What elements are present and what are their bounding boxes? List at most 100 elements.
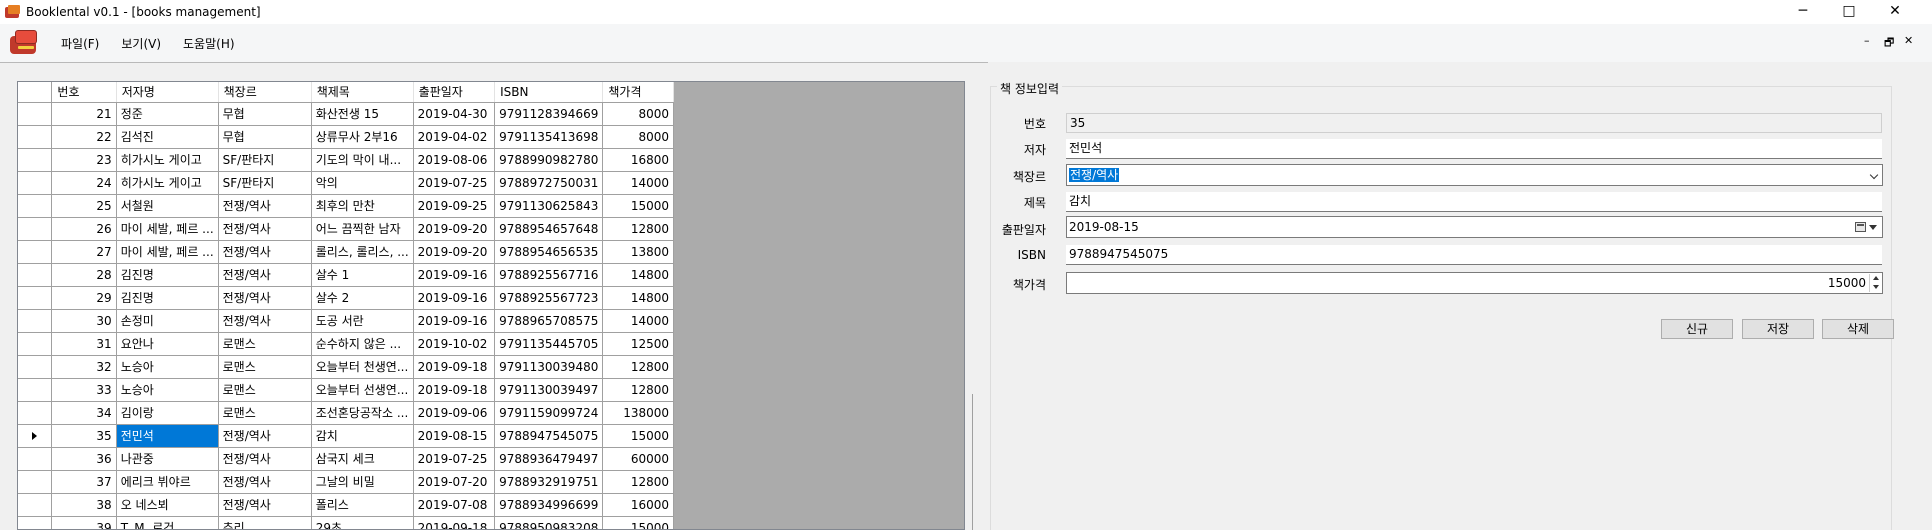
cell-no[interactable]: 27 xyxy=(51,240,117,264)
cell-date[interactable]: 2019-09-20 xyxy=(413,240,496,264)
cell-isbn[interactable]: 9788932919751 xyxy=(494,470,604,494)
cell-isbn[interactable]: 9788925567716 xyxy=(494,263,604,287)
cell-price[interactable]: 15000 xyxy=(602,516,674,529)
no-field[interactable]: 35 xyxy=(1066,113,1882,133)
row-header[interactable] xyxy=(18,217,53,241)
cell-no[interactable]: 23 xyxy=(51,148,117,172)
cell-title[interactable]: 삼국지 세크 xyxy=(311,447,414,471)
cell-title[interactable]: 살수 2 xyxy=(311,286,414,310)
cell-date[interactable]: 2019-09-16 xyxy=(413,263,496,287)
cell-date[interactable]: 2019-08-15 xyxy=(413,424,496,448)
author-field[interactable]: 전민석 xyxy=(1066,139,1882,159)
cell-price[interactable]: 138000 xyxy=(602,401,674,425)
calendar-icon[interactable] xyxy=(1855,222,1866,232)
cell-genre[interactable]: 전쟁/역사 xyxy=(218,424,312,448)
cell-no[interactable]: 25 xyxy=(51,194,117,218)
table-row[interactable]: 27 마이 세발, 페르 ... 전쟁/역사 롤리스, 롤리스, ... 2019-09… xyxy=(18,240,674,264)
table-row[interactable]: 22 김석진 무협 상류무사 2부16 2019-04-02 9791135413698 8… xyxy=(18,125,674,149)
cell-genre[interactable]: 추리 xyxy=(218,516,312,529)
cell-date[interactable]: 2019-07-25 xyxy=(413,171,496,195)
cell-price[interactable]: 12800 xyxy=(602,470,674,494)
date-picker[interactable]: 2019-08-15 xyxy=(1066,216,1883,238)
cell-price[interactable]: 15000 xyxy=(602,194,674,218)
cell-genre[interactable]: 로맨스 xyxy=(218,332,312,356)
cell-title[interactable]: 폴리스 xyxy=(311,493,414,517)
cell-isbn[interactable]: 9791128394669 xyxy=(494,102,604,126)
cell-title[interactable]: 감치 xyxy=(311,424,414,448)
delete-button[interactable]: 삭제 xyxy=(1822,319,1894,339)
cell-no[interactable]: 33 xyxy=(51,378,117,402)
cell-genre[interactable]: SF/판타지 xyxy=(218,171,312,195)
window-minimize-button[interactable]: ─ xyxy=(1780,0,1826,22)
new-button[interactable]: 신규 xyxy=(1661,319,1733,339)
table-row[interactable]: 25 서철원 전쟁/역사 최후의 만찬 2019-09-25 9791130625843 1… xyxy=(18,194,674,218)
cell-isbn[interactable]: 9791159099724 xyxy=(494,401,604,425)
cell-author[interactable]: 노승아 xyxy=(116,355,219,379)
cell-title[interactable]: 오늘부터 선생연... xyxy=(311,378,414,402)
cell-genre[interactable]: 무협 xyxy=(218,102,312,126)
column-header-no[interactable]: 번호 xyxy=(51,82,117,103)
cell-price[interactable]: 14800 xyxy=(602,286,674,310)
cell-date[interactable]: 2019-07-08 xyxy=(413,493,496,517)
spin-buttons[interactable] xyxy=(1869,274,1881,292)
cell-title[interactable]: 화산전생 15 xyxy=(311,102,414,126)
cell-no[interactable]: 28 xyxy=(51,263,117,287)
cell-author[interactable]: 전민석 xyxy=(116,424,219,448)
row-header[interactable] xyxy=(18,286,53,310)
cell-price[interactable]: 16800 xyxy=(602,148,674,172)
cell-author[interactable]: 히가시노 게이고 xyxy=(116,148,219,172)
table-row[interactable]: 30 손정미 전쟁/역사 도공 서란 2019-09-16 9788965708575 14… xyxy=(18,309,674,333)
row-header[interactable] xyxy=(18,447,53,471)
cell-date[interactable]: 2019-09-06 xyxy=(413,401,496,425)
cell-author[interactable]: 나관중 xyxy=(116,447,219,471)
cell-price[interactable]: 12800 xyxy=(602,217,674,241)
cell-title[interactable]: 그날의 비밀 xyxy=(311,470,414,494)
cell-no[interactable]: 22 xyxy=(51,125,117,149)
cell-title[interactable]: 순수하지 않은 ... xyxy=(311,332,414,356)
row-header[interactable] xyxy=(18,263,53,287)
menu-view[interactable]: 보기(V) xyxy=(112,31,170,56)
cell-author[interactable]: 노승아 xyxy=(116,378,219,402)
cell-date[interactable]: 2019-08-06 xyxy=(413,148,496,172)
cell-genre[interactable]: SF/판타지 xyxy=(218,148,312,172)
menu-help[interactable]: 도움말(H) xyxy=(174,31,244,56)
column-header-genre[interactable]: 책장르 xyxy=(218,82,312,103)
books-datagrid[interactable]: 번호 저자명 책장르 책제목 출판일자 ISBN 책가격 21 정준 무협 화산전생 … xyxy=(17,81,965,530)
cell-date[interactable]: 2019-04-30 xyxy=(413,102,496,126)
cell-no[interactable]: 37 xyxy=(51,470,117,494)
spin-up-icon[interactable] xyxy=(1873,276,1879,280)
cell-price[interactable]: 12800 xyxy=(602,355,674,379)
cell-date[interactable]: 2019-04-02 xyxy=(413,125,496,149)
cell-isbn[interactable]: 9791130625843 xyxy=(494,194,604,218)
cell-author[interactable]: 에리크 뷔야르 xyxy=(116,470,219,494)
mdi-close-button[interactable]: ✕ xyxy=(1904,34,1913,47)
cell-title[interactable]: 도공 서란 xyxy=(311,309,414,333)
cell-title[interactable]: 오늘부터 천생연... xyxy=(311,355,414,379)
cell-date[interactable]: 2019-09-25 xyxy=(413,194,496,218)
cell-no[interactable]: 31 xyxy=(51,332,117,356)
cell-title[interactable]: 조선혼당공작소 ... xyxy=(311,401,414,425)
cell-date[interactable]: 2019-09-16 xyxy=(413,286,496,310)
menu-file[interactable]: 파일(F) xyxy=(52,31,108,56)
cell-isbn[interactable]: 9788972750031 xyxy=(494,171,604,195)
table-row[interactable]: 32 노승아 로맨스 오늘부터 천생연... 2019-09-18 97911300394… xyxy=(18,355,674,379)
table-row[interactable]: 34 김이랑 로맨스 조선혼당공작소 ... 2019-09-06 97911590997… xyxy=(18,401,674,425)
spin-down-icon[interactable] xyxy=(1873,285,1879,289)
table-row[interactable]: 28 김진명 전쟁/역사 살수 1 2019-09-16 9788925567716 148… xyxy=(18,263,674,287)
cell-isbn[interactable]: 9791135445705 xyxy=(494,332,604,356)
table-row[interactable]: 37 에리크 뷔야르 전쟁/역사 그날의 비밀 2019-07-20 9788932919… xyxy=(18,470,674,494)
dropdown-arrow-icon[interactable] xyxy=(1869,225,1877,230)
cell-price[interactable]: 8000 xyxy=(602,125,674,149)
cell-date[interactable]: 2019-09-18 xyxy=(413,378,496,402)
cell-genre[interactable]: 전쟁/역사 xyxy=(218,493,312,517)
cell-no[interactable]: 29 xyxy=(51,286,117,310)
save-button[interactable]: 저장 xyxy=(1742,319,1814,339)
mdi-minimize-button[interactable]: – xyxy=(1864,34,1870,47)
row-header[interactable] xyxy=(18,355,53,379)
genre-combobox[interactable]: 전쟁/역사 xyxy=(1066,164,1883,186)
table-row[interactable]: 31 요안나 로맨스 순수하지 않은 ... 2019-10-02 97911354457… xyxy=(18,332,674,356)
column-header-date[interactable]: 출판일자 xyxy=(413,82,496,103)
cell-no[interactable]: 32 xyxy=(51,355,117,379)
row-header[interactable] xyxy=(18,148,53,172)
cell-date[interactable]: 2019-09-20 xyxy=(413,217,496,241)
